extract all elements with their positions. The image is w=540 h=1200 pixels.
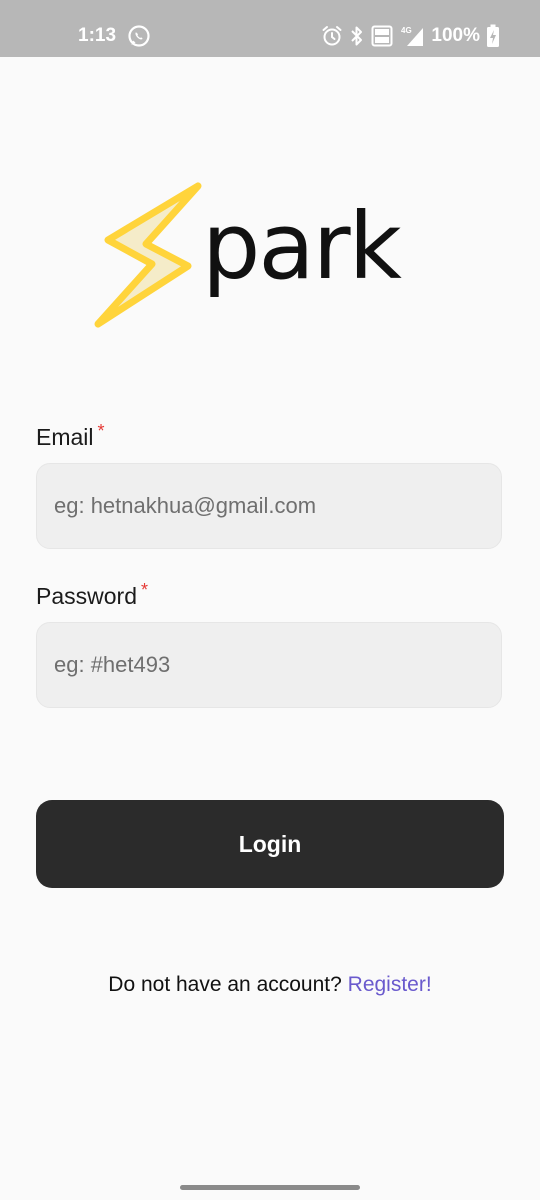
status-bar: 1:13 4G 100%	[0, 0, 540, 57]
password-field[interactable]	[36, 622, 502, 708]
password-label-text: Password	[36, 583, 137, 609]
signal-icon: 4G	[401, 26, 424, 46]
alarm-icon	[322, 26, 342, 46]
battery-percent: 100%	[431, 25, 480, 46]
volte-icon	[371, 25, 393, 47]
email-label: Email *	[36, 421, 105, 451]
status-time: 1:13	[78, 25, 117, 46]
email-label-text: Email	[36, 424, 94, 450]
login-button[interactable]: Login	[36, 800, 504, 888]
lightning-bolt-icon	[94, 182, 202, 328]
password-required-mark: *	[140, 580, 148, 600]
email-required-mark: *	[97, 421, 105, 441]
network-type-label: 4G	[401, 26, 412, 35]
email-input[interactable]	[37, 464, 501, 548]
bluetooth-icon	[351, 26, 363, 46]
whatsapp-icon	[128, 25, 150, 47]
home-indicator[interactable]	[180, 1185, 360, 1190]
status-icons: 4G 100%	[321, 22, 500, 50]
register-link[interactable]: Register!	[348, 973, 432, 996]
password-label: Password *	[36, 580, 148, 610]
register-prompt: Do not have an account? Register!	[0, 972, 540, 998]
email-field[interactable]	[36, 463, 502, 549]
login-button-label: Login	[238, 830, 302, 857]
app-logo: park	[94, 182, 434, 330]
password-input[interactable]	[37, 623, 501, 707]
battery-charging-icon	[487, 24, 499, 47]
register-prompt-text: Do not have an account?	[108, 973, 342, 996]
logo-text: park	[202, 193, 402, 300]
